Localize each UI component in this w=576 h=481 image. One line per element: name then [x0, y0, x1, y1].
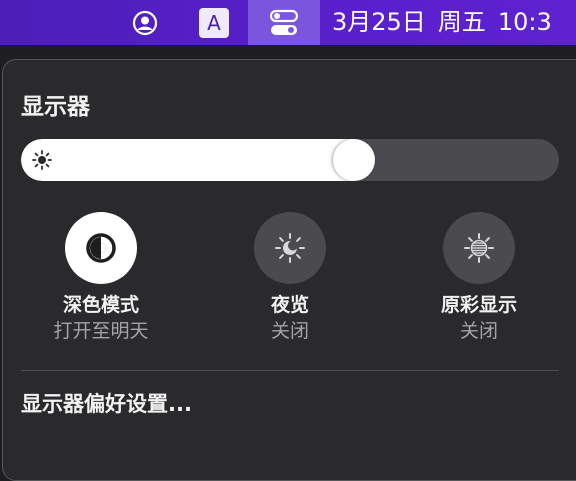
dark-mode-label: 深色模式 [62, 294, 139, 316]
sun-icon [32, 150, 52, 170]
user-icon[interactable] [130, 0, 160, 45]
true-tone-status: 关闭 [459, 320, 498, 342]
panel-title: 显示器 [21, 94, 90, 120]
control-center-icon[interactable] [248, 0, 320, 45]
dark-mode-status: 打开至明天 [53, 320, 149, 342]
true-tone-icon [464, 233, 494, 263]
clock-date: 3月25日 [332, 8, 426, 36]
brightness-slider-fill [21, 139, 354, 181]
menu-bar-clock[interactable]: 3月25日 周五 10:3 [332, 0, 564, 45]
menu-bar: A 3月25日 周五 10:3 [0, 0, 576, 45]
divider [21, 370, 559, 371]
night-shift-icon [275, 233, 305, 263]
brightness-slider[interactable] [21, 139, 559, 181]
night-shift-status: 关闭 [270, 320, 309, 342]
clock-time: 10:3 [497, 8, 552, 36]
clock-weekday: 周五 [437, 8, 486, 36]
input-source-letter: A [199, 7, 229, 38]
night-shift-label: 夜览 [270, 294, 309, 316]
true-tone-button[interactable] [443, 212, 515, 284]
brightness-slider-knob[interactable] [333, 139, 375, 181]
display-preferences-link[interactable]: 显示器偏好设置... [21, 388, 192, 418]
true-tone-label: 原彩显示 [440, 294, 517, 316]
input-source-icon[interactable]: A [199, 0, 229, 45]
night-shift-toggle[interactable]: 夜览 关闭 [200, 212, 380, 343]
night-shift-button[interactable] [254, 212, 326, 284]
dark-mode-button[interactable] [65, 212, 137, 284]
dark-mode-toggle[interactable]: 深色模式 打开至明天 [11, 212, 191, 343]
dark-mode-icon [86, 233, 116, 263]
true-tone-toggle[interactable]: 原彩显示 关闭 [389, 212, 569, 343]
